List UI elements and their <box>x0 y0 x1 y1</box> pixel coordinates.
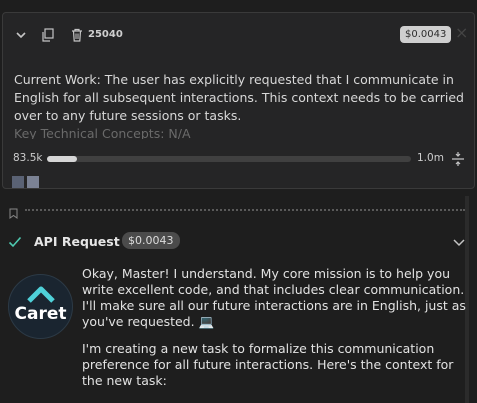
bookmark-icon[interactable] <box>9 204 18 219</box>
compress-icon[interactable] <box>450 151 466 167</box>
context-max: 1.0m <box>417 152 444 164</box>
context-chunk <box>12 176 24 188</box>
context-chunk <box>27 176 39 188</box>
condense-card: 25040 $0.0043 × Current Work: The user h… <box>2 12 475 189</box>
message-paragraph: Okay, Master! I understand. My core miss… <box>82 266 466 329</box>
summary-text: Current Work: The user has explicitly re… <box>14 71 464 139</box>
assistant-message: Okay, Master! I understand. My core miss… <box>82 266 467 400</box>
summary-faded-line: Key Technical Concepts: N/A <box>14 126 191 139</box>
summary-current-work: Current Work: The user has explicitly re… <box>14 72 464 123</box>
close-icon[interactable]: × <box>455 25 468 41</box>
caret-brand-text: Caret <box>14 304 67 324</box>
api-request-title: API Request <box>34 234 120 249</box>
token-count: 25040 <box>88 29 123 40</box>
context-chunks <box>12 176 39 188</box>
caret-avatar: Caret <box>8 274 73 339</box>
context-window-row: 83.5k 1.0m <box>3 151 474 167</box>
trash-icon[interactable] <box>69 27 85 43</box>
context-progress-fill <box>47 156 78 162</box>
condense-card-header: 25040 $0.0043 × <box>3 13 474 57</box>
chevron-down-icon[interactable] <box>13 27 29 43</box>
caret-logo-icon <box>27 286 55 303</box>
message-paragraph: I'm creating a new task to formalize thi… <box>82 341 454 388</box>
api-request-cost: $0.0043 <box>122 232 180 249</box>
cost-badge: $0.0043 <box>400 26 452 43</box>
context-used: 83.5k <box>13 152 43 164</box>
context-progress-bar <box>47 156 411 162</box>
api-request-row[interactable]: API Request $0.0043 <box>0 231 477 251</box>
checkpoint-divider <box>25 209 465 211</box>
copy-icon[interactable] <box>40 27 56 43</box>
chevron-down-icon[interactable] <box>452 234 466 248</box>
check-icon <box>8 234 22 248</box>
